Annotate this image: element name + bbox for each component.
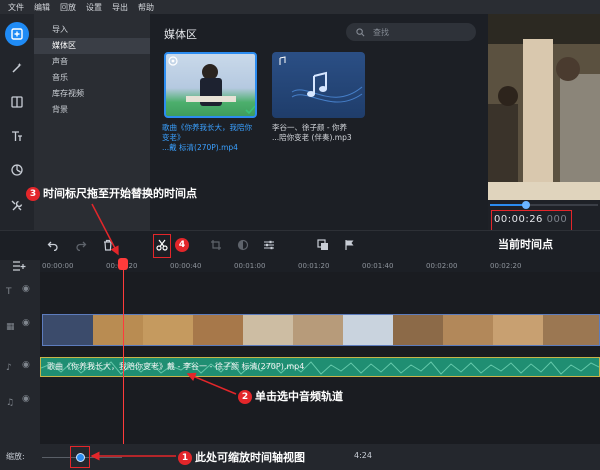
ruler-tick: 00:00:00: [42, 262, 74, 270]
current-time-annotation: 当前时间点: [498, 238, 553, 251]
audio-clip[interactable]: 歌曲《你养我长大，我陪你变老》戴 - 李谷一 - 徐子颜 标清(270P).mp…: [40, 357, 600, 377]
video-track-icon: ▦: [6, 322, 15, 332]
menu-file[interactable]: 文件: [8, 2, 24, 13]
ruler-tick: 00:01:40: [362, 262, 394, 270]
preview-scrubber-progress: [490, 204, 526, 206]
menu-bar: 文件 编辑 回放 设置 导出 帮助: [0, 0, 600, 14]
clip-properties-button[interactable]: [262, 238, 276, 252]
media-bin: 媒体区 查找 歌曲《你养我长大，我陪你变老》 ...戴 标清(270P).mp4…: [150, 14, 488, 230]
zoom-highlight-box: [70, 446, 90, 468]
overlay-icon: [317, 239, 328, 250]
annotation-1: 1 此处可缩放时间轴视图: [178, 449, 305, 465]
flag-icon: [345, 240, 354, 250]
music-track-mute-icon[interactable]: ◉: [22, 394, 30, 404]
music-note-icon: [279, 56, 363, 103]
color-adjust-icon: [237, 239, 249, 251]
preview-frame-image: [488, 14, 600, 200]
undo-icon: [47, 241, 58, 251]
project-duration: 4:24: [354, 451, 372, 460]
clock-icon: [11, 164, 23, 176]
menu-playback[interactable]: 回放: [60, 2, 76, 13]
menu-export[interactable]: 导出: [112, 2, 128, 13]
ruler-tick: 00:01:00: [234, 262, 266, 270]
video-caption-line1: 歌曲《你养我长大，我陪你变老》: [162, 123, 252, 142]
add-track-button[interactable]: [12, 260, 26, 275]
media-thumbnail-audio[interactable]: [272, 52, 365, 118]
audio-track-mute-icon[interactable]: ◉: [22, 360, 30, 370]
category-background[interactable]: 背景: [34, 102, 150, 118]
transition-icon: [11, 96, 23, 108]
audio-caption-line2: ...陪你变老 (伴奏).mp3: [272, 133, 352, 142]
menu-edit[interactable]: 编辑: [34, 2, 50, 13]
redo-button[interactable]: [74, 238, 88, 252]
category-stock-video[interactable]: 库存视频: [34, 86, 150, 102]
annotation-3-text: 时间标尺拖至开始替换的时间点: [43, 187, 197, 200]
annotation-2-text: 单击选中音频轨道: [255, 390, 343, 403]
crop-icon: [211, 240, 221, 250]
stickers-tool-button[interactable]: [5, 158, 29, 182]
annotation-2-number: 2: [238, 390, 252, 404]
delete-button[interactable]: [101, 238, 115, 252]
ruler-tick: 00:02:20: [490, 262, 522, 270]
playhead-line[interactable]: [123, 262, 124, 444]
text-icon: [12, 131, 22, 141]
audio-track-icon: ♪: [6, 363, 12, 373]
playhead-handle[interactable]: [118, 258, 128, 270]
media-bin-title: 媒体区: [164, 28, 197, 41]
sliders-icon: [264, 240, 274, 250]
crop-button[interactable]: [209, 238, 223, 252]
annotation-3-number: 3: [26, 187, 40, 201]
category-media-bin[interactable]: 媒体区: [34, 38, 150, 54]
zoom-label: 缩放:: [6, 452, 25, 461]
video-clip[interactable]: [42, 314, 600, 346]
video-caption: 歌曲《你养我长大，我陪你变老》 ...戴 标清(270P).mp4: [162, 123, 258, 153]
preview-player[interactable]: [488, 14, 600, 200]
add-media-icon: [11, 28, 23, 40]
ruler-tick: 00:02:00: [426, 262, 458, 270]
preview-scrubber-handle[interactable]: [522, 201, 530, 209]
add-track-icon: [13, 261, 26, 271]
category-music[interactable]: 音乐: [34, 70, 150, 86]
video-editor-window: 文件 编辑 回放 设置 导出 帮助 导入 媒体区 声音 音乐 库存视频 背景 媒…: [0, 0, 600, 470]
undo-button[interactable]: [46, 238, 60, 252]
import-tool-button[interactable]: [5, 22, 29, 46]
ruler-tick: 00:01:20: [298, 262, 330, 270]
color-button[interactable]: [236, 238, 250, 252]
search-icon: [356, 27, 365, 36]
music-track-icon: ♫: [6, 398, 15, 408]
audio-caption: 李谷一、徐子颜 - 你养 ...陪你变老 (伴奏).mp3: [272, 123, 368, 143]
magic-wand-icon: [12, 63, 22, 73]
video-thumbnail-image: [168, 56, 255, 115]
annotation-3: 3 时间标尺拖至开始替换的时间点: [26, 185, 197, 201]
audio-clip-label: 歌曲《你养我长大，我陪你变老》戴 - 李谷一 - 徐子颜 标清(270P).mp…: [47, 362, 305, 371]
menu-settings[interactable]: 设置: [86, 2, 102, 13]
media-thumbnail-video[interactable]: [164, 52, 257, 118]
text-track-visibility-icon[interactable]: ◉: [22, 284, 30, 294]
search-input[interactable]: 查找: [346, 23, 476, 41]
text-track-icon: T: [6, 287, 12, 297]
titles-tool-button[interactable]: [5, 124, 29, 148]
video-caption-line2: ...戴 标清(270P).mp4: [162, 143, 238, 152]
category-sound[interactable]: 声音: [34, 54, 150, 70]
annotation-4-number: 4: [175, 238, 189, 252]
redo-icon: [76, 241, 87, 251]
ruler-tick: 00:00:40: [170, 262, 202, 270]
effects-tool-button[interactable]: [5, 56, 29, 80]
split-highlight-box: [153, 234, 171, 258]
menu-help[interactable]: 帮助: [138, 2, 154, 13]
transitions-tool-button[interactable]: [5, 90, 29, 114]
search-placeholder: 查找: [373, 27, 389, 37]
annotation-4: 4: [175, 238, 192, 252]
video-track-mute-icon[interactable]: ◉: [22, 318, 30, 328]
marker-button[interactable]: [343, 238, 357, 252]
audio-caption-line1: 李谷一、徐子颜 - 你养: [272, 123, 347, 132]
tools-icon: [11, 200, 23, 211]
annotation-2: 2 单击选中音频轨道: [238, 388, 343, 404]
annotation-1-text: 此处可缩放时间轴视图: [195, 451, 305, 464]
trash-icon: [104, 239, 112, 251]
timecode-highlight-box: [491, 210, 572, 232]
annotation-1-number: 1: [178, 451, 192, 465]
overlay-button[interactable]: [316, 238, 330, 252]
category-import[interactable]: 导入: [34, 22, 150, 38]
